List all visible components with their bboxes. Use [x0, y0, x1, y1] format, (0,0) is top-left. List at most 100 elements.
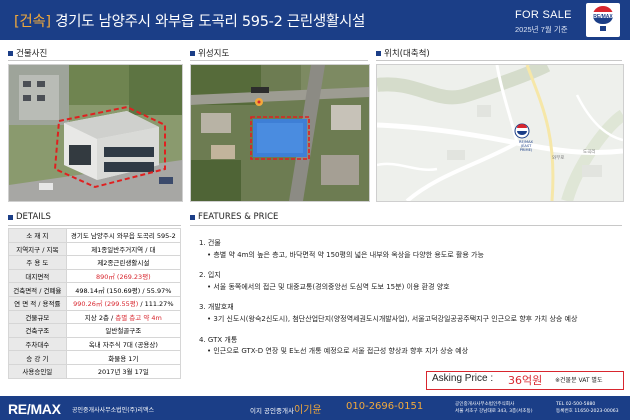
- section-features-header: FEATURES & PRICE: [190, 212, 278, 222]
- satellite-map: [190, 64, 370, 202]
- section-details-header: DETAILS: [8, 212, 51, 222]
- table-row: 주차대수 옥내 자주식 7대 (공용상): [8, 336, 182, 352]
- table-row: 사용승인일 2017년 3월 17일: [8, 363, 182, 379]
- square-bullet-icon: [8, 50, 13, 56]
- table-row: 건물규모 지상 2층 / 층별 층고 약 4m: [8, 309, 182, 325]
- details-table: 소 재 지 경기도 남양주시 와부읍 도곡리 595-2 지역지구 / 지목 제1종…: [8, 228, 182, 379]
- divider: [190, 225, 622, 226]
- vat-note: ※건물분 VAT 별도: [555, 377, 603, 384]
- detail-label: 지역지구 / 지목: [8, 241, 67, 257]
- map-road-label: 와부로: [552, 156, 565, 161]
- footer-agent-phone[interactable]: 010-2696-0151: [346, 401, 423, 412]
- listing-title: [건속] 경기도 남양주시 와부읍 도곡리 595-2 근린생활시설: [14, 10, 365, 31]
- feature-bullet: • 층별 약 4m의 높은 층고, 바닥면적 약 150평의 넓은 내부와 옥상…: [207, 250, 484, 259]
- footer-address: 서울 서초구 강남대로 343, 3층(서초동): [455, 409, 533, 414]
- detail-value: 지상 2층 / 층별 층고 약 4m: [65, 309, 182, 325]
- map-marker-label: RE/MAX (EAST PRIME): [515, 140, 537, 152]
- square-bullet-icon: [376, 50, 381, 56]
- table-row: 대지면적 890㎡ (269.23평): [8, 268, 182, 284]
- table-row: 소 재 지 경기도 남양주시 와부읍 도곡리 595-2: [8, 228, 182, 243]
- detail-value-highlight: 990.26㎡ (299.55평): [73, 300, 139, 309]
- footer-company: 공인중개사사무소법인주식회사: [455, 402, 515, 407]
- logo-text: RE/MAX: [593, 14, 613, 20]
- footer-tel: TEL 02-500-5880: [556, 402, 596, 407]
- location-map: RE/MAX (EAST PRIME) 와부로 도곡리: [376, 64, 624, 202]
- title-text: 경기도 남양주시 와부읍 도곡리 595-2 근린생활시설: [50, 14, 366, 30]
- detail-value: 498.14㎡ (150.69평) / 55.97%: [65, 282, 182, 297]
- table-row: 건축구조 일반철골구조: [8, 323, 182, 338]
- table-row: 지역지구 / 지목 제1종일반주거지역 / 대: [8, 241, 182, 257]
- building-photo-image: [9, 65, 182, 201]
- detail-value: 경기도 남양주시 와부읍 도곡리 595-2: [65, 228, 182, 243]
- detail-value-rest: / 111.27%: [138, 300, 174, 309]
- feature-bullet-text: 3기 신도시(왕숙2신도시), 첨단산업단지(양정역세권도시개발사업), 서울고…: [213, 314, 578, 323]
- detail-label: 건축구조: [8, 323, 67, 338]
- satellite-map-image: [191, 65, 369, 201]
- remax-map-marker: [514, 123, 530, 139]
- divider: [190, 60, 368, 61]
- table-row: 연 면 적 / 용적률 990.26㎡ (299.55평) / 111.27%: [8, 295, 182, 311]
- divider: [376, 60, 622, 61]
- feature-bullet-text: 서울 동쪽에서의 접근 및 대중교통(경의중앙선 도심역 도보 15분) 이용 …: [213, 282, 450, 291]
- feature-bullet: • 3기 신도시(왕숙2신도시), 첨단산업단지(양정역세권도시개발사업), 서…: [207, 314, 578, 323]
- asking-price-label: Asking Price :: [432, 373, 494, 384]
- feature-heading: 3. 개발호재: [199, 303, 234, 312]
- detail-label: 건축면적 / 건폐율: [8, 282, 67, 297]
- divider: [8, 60, 181, 61]
- detail-value: 2017년 3월 17일: [65, 363, 182, 379]
- date-label: 2025년 7월 기준: [515, 25, 568, 34]
- detail-value: 890㎡ (269.23평): [65, 268, 182, 284]
- footer-agent-name: 이기윤: [294, 405, 322, 416]
- detail-label: 건물규모: [8, 309, 67, 325]
- for-sale-label: FOR SALE: [515, 9, 572, 21]
- section-satellite-title: 위성지도: [198, 49, 230, 59]
- detail-label: 승 강 기: [8, 350, 67, 365]
- section-satellite-header: 위성지도: [190, 47, 229, 59]
- feature-bullet-text: 인근으로 GTX-D 연장 및 E노선 개통 예정으로 서울 접근성 향상과 향…: [213, 347, 469, 356]
- divider: [8, 225, 181, 226]
- building-photo: [8, 64, 183, 202]
- detail-label: 연 면 적 / 용적률: [8, 295, 67, 311]
- detail-label: 주 용 도: [8, 255, 67, 270]
- detail-label: 주차대수: [8, 336, 67, 352]
- detail-label: 사용승인일: [8, 363, 67, 379]
- feature-bullet: • 서울 동쪽에서의 접근 및 대중교통(경의중앙선 도심역 도보 15분) 이…: [207, 282, 450, 291]
- detail-value-plain: 지상 2층 /: [84, 313, 116, 322]
- detail-value-highlight: 층별 층고 약 4m: [115, 313, 162, 322]
- section-location-header: 위치(대축척): [376, 47, 430, 59]
- section-photo-title: 건물사진: [16, 49, 48, 59]
- detail-value: 제1종일반주거지역 / 대: [65, 241, 182, 257]
- feature-heading: 2. 입지: [199, 271, 221, 280]
- square-bullet-icon: [190, 214, 195, 220]
- detail-label: 소 재 지: [8, 228, 67, 243]
- detail-value: 화물용 1기: [65, 350, 182, 365]
- table-row: 주 용 도 제2종근린생활시설: [8, 255, 182, 270]
- footer-agent-label: 이지 공인중개사: [250, 407, 294, 415]
- feature-heading: 4. GTX 개통: [199, 335, 238, 344]
- detail-value: 990.26㎡ (299.55평) / 111.27%: [65, 295, 182, 311]
- detail-value: 일반철골구조: [65, 323, 182, 338]
- feature-heading: 1. 건물: [199, 239, 221, 247]
- section-features-title: FEATURES & PRICE: [198, 212, 279, 222]
- map-marker-sub: (EAST PRIME): [519, 144, 533, 152]
- features-list: 1. 건물 • 층별 약 4m의 높은 층고, 바닥면적 약 150평의 넓은 …: [199, 235, 619, 358]
- detail-label: 대지면적: [8, 268, 67, 284]
- title-prefix: [건속]: [14, 14, 51, 30]
- footer-brand: RE/MAX: [8, 401, 61, 417]
- asking-price-value: 36억원: [508, 374, 543, 387]
- square-bullet-icon: [190, 50, 195, 56]
- feature-bullet-text: 층별 약 4m의 높은 층고, 바닥면적 약 150평의 넓은 내부와 옥상을 …: [213, 250, 484, 259]
- location-map-image: [377, 65, 623, 201]
- section-photo-header: 건물사진: [8, 47, 47, 59]
- map-place-label: 도곡리: [583, 150, 596, 155]
- detail-value: 옥내 자주식 7대 (공용상): [65, 336, 182, 352]
- section-location-title: 위치(대축척): [384, 49, 430, 59]
- table-row: 승 강 기 화물용 1기: [8, 350, 182, 365]
- balloon-basket-icon: [600, 26, 606, 31]
- section-details-title: DETAILS: [16, 212, 51, 222]
- footer-registration: 등록번호 11650-2023-00063: [556, 409, 619, 414]
- detail-value: 제2종근린생활시설: [65, 255, 182, 270]
- feature-bullet: • 인근으로 GTX-D 연장 및 E노선 개통 예정으로 서울 접근성 향상과…: [207, 347, 469, 356]
- square-bullet-icon: [8, 214, 13, 220]
- footer-office-name: 공인중개사사무소법인(주)리맥스: [72, 407, 154, 414]
